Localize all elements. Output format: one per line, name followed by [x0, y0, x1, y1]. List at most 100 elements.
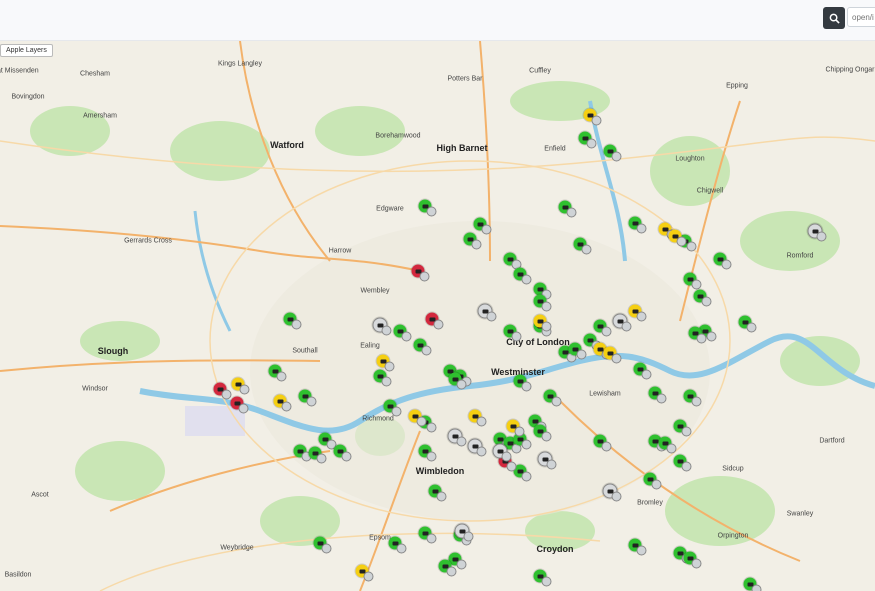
search-button[interactable]: [823, 7, 845, 29]
green-marker[interactable]: [503, 324, 522, 342]
green-marker[interactable]: [558, 200, 577, 218]
grey-marker[interactable]: [612, 313, 632, 332]
green-marker[interactable]: [383, 399, 402, 417]
green-marker[interactable]: [593, 319, 612, 337]
place-label: Wimbledon: [415, 466, 465, 476]
cluster-badge-icon: [476, 446, 487, 457]
green-marker[interactable]: [318, 432, 337, 450]
green-marker[interactable]: [463, 232, 482, 250]
cluster-badge-icon: [316, 453, 327, 464]
grey-marker[interactable]: [467, 438, 487, 457]
green-marker[interactable]: [683, 551, 702, 569]
grey-marker[interactable]: [454, 523, 474, 542]
green-marker[interactable]: [543, 389, 562, 407]
grey-marker[interactable]: [537, 451, 557, 470]
grey-marker[interactable]: [807, 223, 827, 242]
cluster-badge-icon: [636, 223, 647, 234]
cluster-badge-icon: [433, 319, 444, 330]
cluster-badge-icon: [419, 271, 430, 282]
green-marker[interactable]: [673, 419, 692, 437]
green-marker[interactable]: [413, 338, 432, 356]
green-marker[interactable]: [648, 386, 667, 404]
green-marker[interactable]: [333, 444, 352, 462]
green-marker[interactable]: [533, 569, 552, 587]
yellow-marker[interactable]: [376, 354, 395, 372]
cluster-badge-icon: [426, 206, 437, 217]
green-marker[interactable]: [283, 312, 302, 330]
yellow-marker[interactable]: [628, 304, 647, 322]
green-marker[interactable]: [448, 372, 467, 390]
green-marker[interactable]: [473, 217, 492, 235]
green-marker[interactable]: [658, 436, 677, 454]
green-marker[interactable]: [683, 272, 702, 290]
green-marker[interactable]: [438, 559, 457, 577]
green-marker[interactable]: [503, 252, 522, 270]
place-label: Basildon: [4, 571, 32, 579]
green-marker[interactable]: [418, 444, 437, 462]
yellow-marker[interactable]: [408, 409, 427, 427]
cluster-badge-icon: [436, 491, 447, 502]
grey-marker[interactable]: [492, 443, 512, 462]
grey-marker[interactable]: [447, 428, 467, 447]
yellow-marker[interactable]: [231, 377, 250, 395]
green-marker[interactable]: [293, 444, 312, 462]
green-marker[interactable]: [633, 362, 652, 380]
green-marker[interactable]: [603, 144, 622, 162]
green-marker[interactable]: [268, 364, 287, 382]
green-marker[interactable]: [578, 131, 597, 149]
red-marker[interactable]: [213, 382, 232, 400]
green-marker[interactable]: [388, 536, 407, 554]
green-marker[interactable]: [693, 289, 712, 307]
green-marker[interactable]: [628, 216, 647, 234]
cluster-badge-icon: [511, 331, 522, 342]
cluster-badge-icon: [486, 311, 497, 322]
green-marker[interactable]: [713, 252, 732, 270]
grey-marker[interactable]: [477, 303, 497, 322]
search-input[interactable]: [847, 7, 875, 27]
green-marker[interactable]: [428, 484, 447, 502]
yellow-marker[interactable]: [468, 409, 487, 427]
yellow-marker[interactable]: [355, 564, 374, 582]
place-label: Potters Bar: [447, 75, 483, 83]
layers-button[interactable]: Apple Layers: [0, 44, 53, 57]
green-marker[interactable]: [573, 237, 592, 255]
yellow-marker[interactable]: [533, 314, 552, 332]
place-label: Epsom: [369, 534, 391, 542]
red-marker[interactable]: [230, 396, 249, 414]
place-label: Lewisham: [589, 390, 621, 398]
cluster-badge-icon: [651, 479, 662, 490]
map[interactable]: Apple Layers Great Missenden Chesham Kings…: [0, 41, 875, 591]
green-marker[interactable]: [298, 389, 317, 407]
place-label: Bovingdon: [11, 93, 45, 101]
green-marker[interactable]: [593, 434, 612, 452]
yellow-marker[interactable]: [603, 346, 622, 364]
green-marker[interactable]: [533, 424, 552, 442]
red-marker[interactable]: [411, 264, 430, 282]
cluster-badge-icon: [686, 241, 697, 252]
green-marker[interactable]: [513, 374, 532, 392]
grey-marker[interactable]: [602, 483, 622, 502]
green-marker[interactable]: [738, 315, 757, 333]
green-marker[interactable]: [418, 526, 437, 544]
green-marker[interactable]: [533, 294, 552, 312]
yellow-marker[interactable]: [583, 108, 602, 126]
green-marker[interactable]: [688, 326, 707, 344]
red-marker[interactable]: [425, 312, 444, 330]
green-marker[interactable]: [643, 472, 662, 490]
green-marker[interactable]: [513, 267, 532, 285]
green-marker[interactable]: [418, 199, 437, 217]
green-marker[interactable]: [313, 536, 332, 554]
green-marker[interactable]: [308, 446, 327, 464]
green-marker[interactable]: [683, 389, 702, 407]
grey-marker[interactable]: [372, 317, 392, 336]
yellow-marker[interactable]: [668, 229, 687, 247]
green-marker[interactable]: [373, 369, 392, 387]
green-marker[interactable]: [743, 577, 762, 591]
green-marker[interactable]: [673, 454, 692, 472]
green-marker[interactable]: [628, 538, 647, 556]
green-marker[interactable]: [568, 342, 587, 360]
cluster-badge-icon: [701, 296, 712, 307]
green-marker[interactable]: [393, 324, 412, 342]
yellow-marker[interactable]: [273, 394, 292, 412]
yellow-marker[interactable]: [506, 419, 525, 437]
